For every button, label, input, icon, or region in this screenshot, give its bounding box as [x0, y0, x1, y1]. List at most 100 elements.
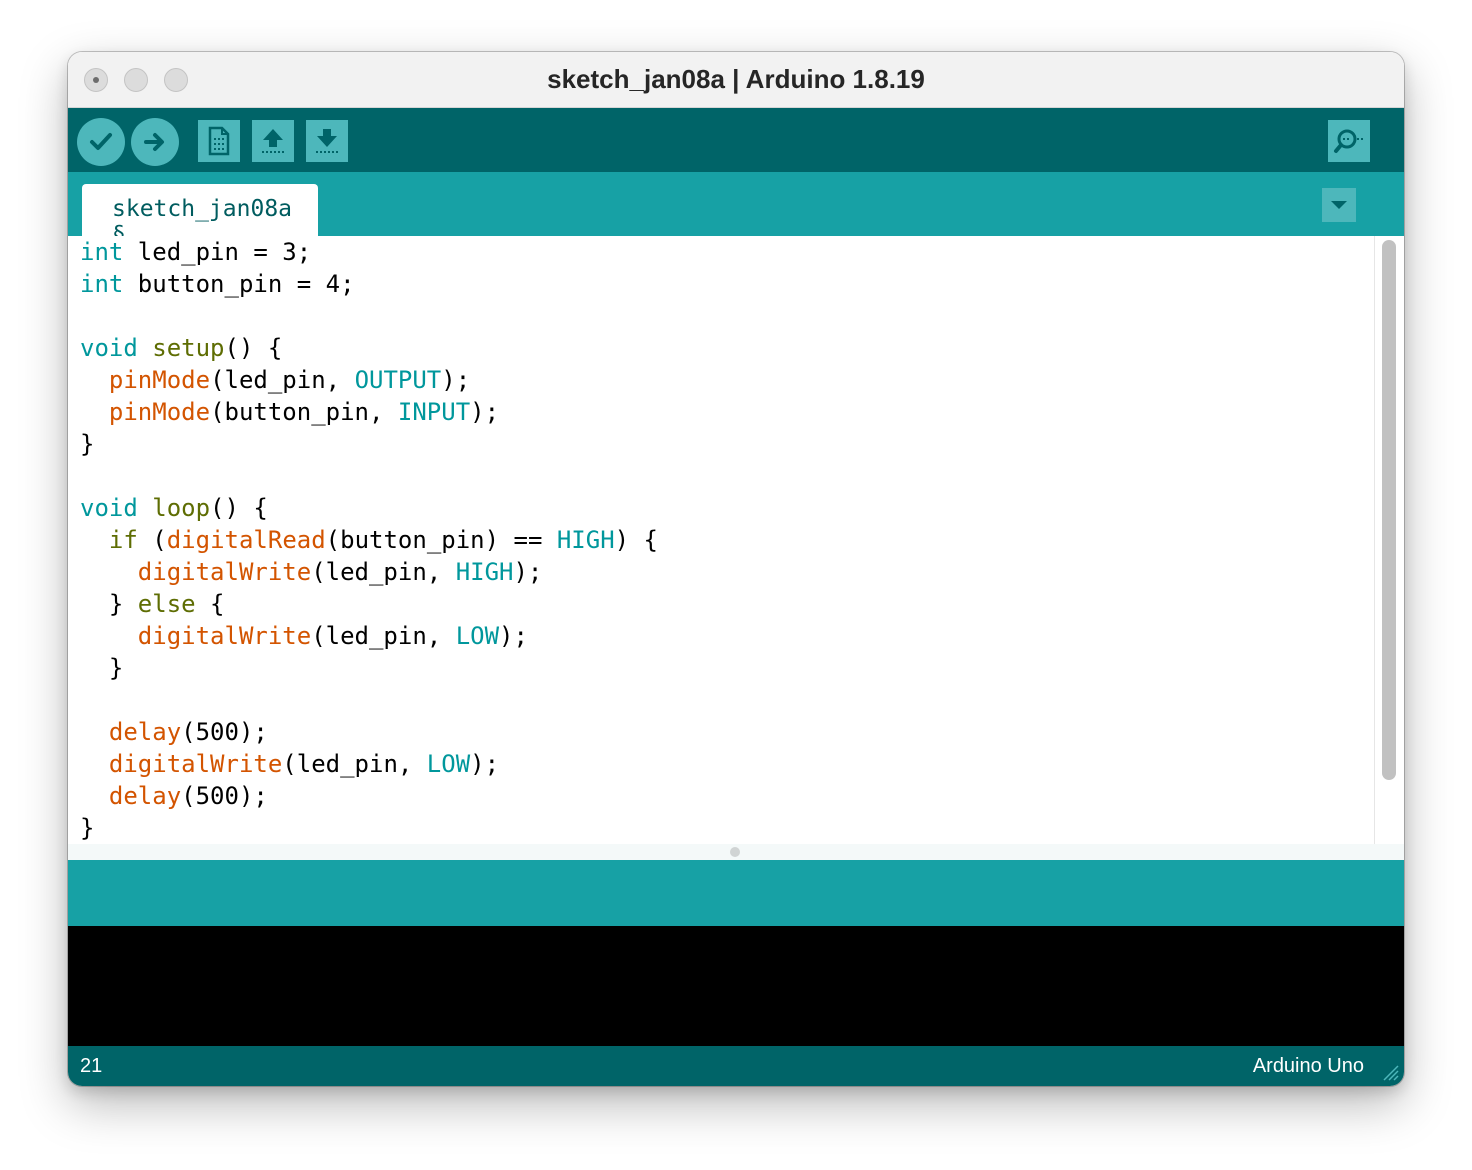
code-line: ​: [80, 300, 1404, 332]
verify-button[interactable]: [77, 118, 125, 166]
code-token: (500);: [181, 782, 268, 810]
upload-button[interactable]: [131, 118, 179, 166]
divider-handle[interactable]: [730, 847, 740, 857]
code-line: void loop() {: [80, 492, 1404, 524]
code-line: void setup() {: [80, 332, 1404, 364]
tab-sketch-jan08a[interactable]: sketch_jan08a §: [82, 184, 318, 248]
code-token: led_pin = 3;: [123, 238, 312, 266]
pane-divider[interactable]: [68, 844, 1404, 860]
code-token: INPUT: [397, 398, 471, 426]
code-token: );: [470, 750, 500, 778]
code-token: void: [80, 334, 138, 362]
title-bar: sketch_jan08a | Arduino 1.8.19: [68, 52, 1404, 108]
resize-grip-icon[interactable]: [1378, 1060, 1400, 1082]
code-token: () {: [210, 494, 268, 522]
code-token: (led_pin,: [282, 750, 427, 778]
editor-scrollbar[interactable]: [1374, 236, 1404, 844]
code-line: }: [80, 812, 1404, 844]
serial-monitor-icon: [1334, 129, 1363, 153]
window-title: sketch_jan08a | Arduino 1.8.19: [547, 64, 925, 94]
tab-menu-button[interactable]: [1322, 188, 1356, 222]
code-token: (led_pin,: [311, 622, 456, 650]
code-token: );: [441, 366, 471, 394]
code-line: digitalWrite(led_pin, LOW);: [80, 748, 1404, 780]
code-token: HIGH: [556, 526, 615, 554]
code-token: );: [499, 622, 528, 650]
code-line: pinMode(led_pin, OUTPUT);: [80, 364, 1404, 396]
code-token: (500);: [181, 718, 268, 746]
code-token: }: [80, 654, 124, 682]
code-line: pinMode(button_pin, INPUT);: [80, 396, 1404, 428]
code-editor[interactable]: int led_pin = 3;int button_pin = 4;​void…: [68, 236, 1404, 844]
code-lines: int led_pin = 3;int button_pin = 4;​void…: [68, 236, 1404, 844]
code-token: digitalRead: [166, 526, 326, 554]
code-token: setup: [152, 334, 225, 362]
code-token: HIGH: [455, 558, 514, 586]
code-token: }: [80, 814, 95, 842]
code-token: pinMode: [108, 398, 211, 426]
code-line: if (digitalRead(button_pin) == HIGH) {: [80, 524, 1404, 556]
code-line: ​: [80, 684, 1404, 716]
code-token: ) {: [614, 526, 659, 554]
scroll-thumb[interactable]: [1382, 240, 1396, 780]
code-token: loop: [152, 494, 211, 522]
code-token: (button_pin,: [210, 398, 398, 426]
code-token: (button_pin) ==: [325, 526, 557, 554]
code-line: delay(500);: [80, 780, 1404, 812]
code-line: }: [80, 652, 1404, 684]
code-line: delay(500);: [80, 716, 1404, 748]
code-token: void: [80, 494, 138, 522]
save-sketch-button[interactable]: [306, 120, 348, 162]
save-icon: [316, 129, 338, 153]
code-token: (led_pin,: [311, 558, 456, 586]
code-token: }: [80, 590, 138, 618]
code-token: delay: [108, 782, 182, 810]
line-number: 21: [80, 1055, 103, 1077]
arduino-ide-window: sketch_jan08a | Arduino 1.8.19 sketch_ja…: [68, 52, 1404, 1086]
tab-bar: sketch_jan08a §: [68, 172, 1404, 248]
code-line: digitalWrite(led_pin, HIGH);: [80, 556, 1404, 588]
code-token: delay: [108, 718, 182, 746]
code-token: {: [195, 590, 225, 618]
code-line: int led_pin = 3;: [80, 236, 1404, 268]
code-token: );: [513, 558, 543, 586]
upload-arrow-icon: [144, 133, 164, 151]
code-token: pinMode: [108, 366, 211, 394]
code-line: digitalWrite(led_pin, LOW);: [80, 620, 1404, 652]
code-token: int: [80, 270, 124, 298]
open-icon: [262, 129, 284, 153]
code-token: }: [80, 430, 95, 458]
verify-icon: [90, 133, 112, 150]
toolbar: [68, 108, 1404, 172]
serial-monitor-button[interactable]: [1328, 120, 1370, 162]
code-token: () {: [224, 334, 283, 362]
code-line: int button_pin = 4;: [80, 268, 1404, 300]
code-line: } else {: [80, 588, 1404, 620]
code-line: ​: [80, 460, 1404, 492]
code-token: button_pin = 4;: [123, 270, 355, 298]
code-token: (: [137, 526, 167, 554]
code-token: digitalWrite: [137, 622, 312, 650]
code-token: digitalWrite: [108, 750, 283, 778]
code-token: else: [137, 590, 196, 618]
code-line: }: [80, 428, 1404, 460]
new-sketch-button[interactable]: [198, 120, 240, 162]
board-name: Arduino Uno: [1252, 1055, 1364, 1077]
code-token: if: [108, 526, 138, 554]
new-file-icon: [208, 126, 230, 156]
status-bar: 21 Arduino Uno: [68, 1046, 1404, 1086]
code-token: LOW: [455, 622, 500, 650]
console-output[interactable]: [68, 926, 1404, 1046]
open-sketch-button[interactable]: [252, 120, 294, 162]
code-token: );: [470, 398, 500, 426]
